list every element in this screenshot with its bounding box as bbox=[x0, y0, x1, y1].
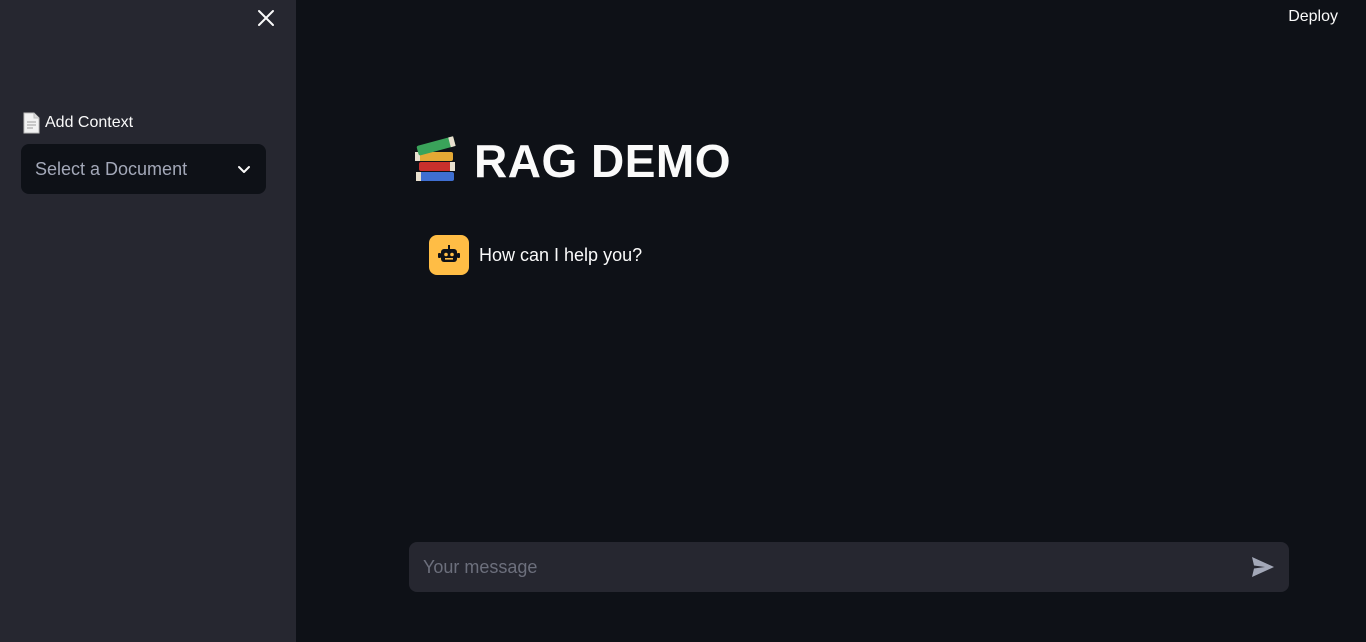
message-text: How can I help you? bbox=[479, 244, 643, 265]
chat-input-container bbox=[409, 542, 1289, 592]
chat-message: How can I help you? bbox=[429, 235, 642, 275]
chevron-down-icon bbox=[236, 161, 252, 177]
add-context-label: Add Context bbox=[21, 112, 133, 134]
books-icon bbox=[410, 136, 460, 186]
title-text: RAG DEMO bbox=[474, 135, 731, 187]
page-title: RAG DEMO bbox=[410, 134, 731, 188]
add-context-text: Add Context bbox=[45, 114, 134, 131]
close-sidebar-button[interactable] bbox=[252, 4, 280, 32]
document-icon bbox=[21, 112, 41, 134]
send-button[interactable] bbox=[1249, 553, 1277, 581]
document-select-value: Select a Document bbox=[35, 158, 188, 179]
robot-icon bbox=[438, 245, 460, 262]
send-icon bbox=[1252, 557, 1274, 577]
chat-input[interactable] bbox=[421, 555, 1249, 579]
deploy-button[interactable]: Deploy bbox=[1286, 5, 1340, 29]
document-select[interactable]: Select a Document bbox=[21, 144, 266, 194]
close-icon bbox=[258, 10, 274, 26]
app: Add Context Select a Document Deploy RAG… bbox=[0, 0, 1366, 642]
assistant-avatar bbox=[429, 235, 469, 275]
sidebar: Add Context Select a Document bbox=[0, 0, 296, 642]
